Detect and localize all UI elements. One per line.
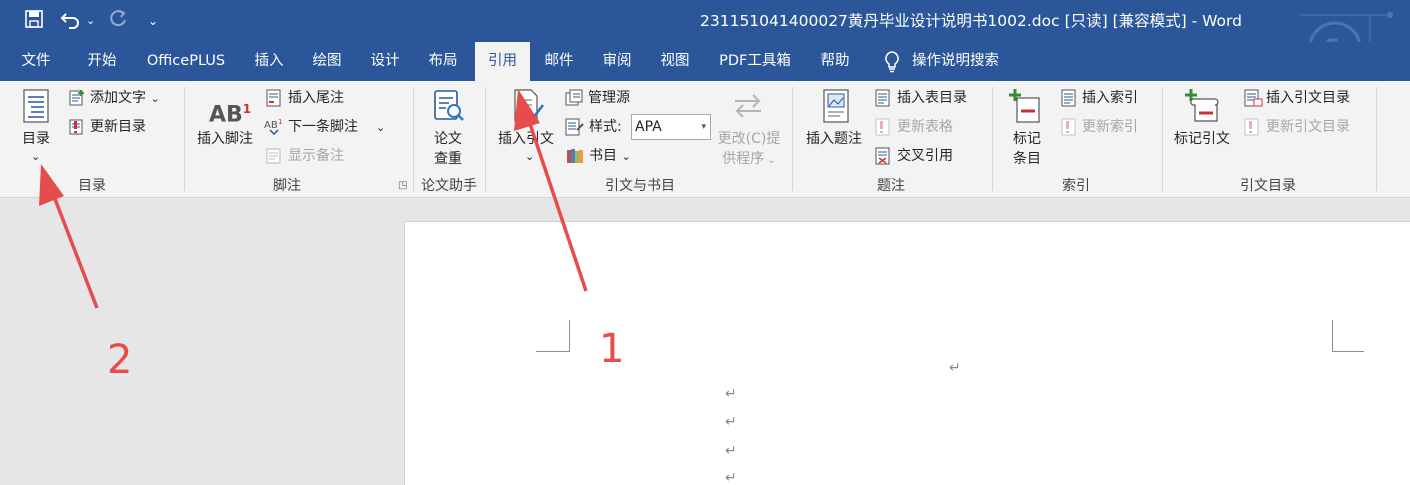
annotation-number-1: 1 xyxy=(599,326,625,372)
arrow-icon xyxy=(39,164,99,309)
annotation-number-2: 2 xyxy=(107,337,133,383)
arrow-icon xyxy=(514,89,588,292)
annotation-arrows xyxy=(39,89,588,309)
